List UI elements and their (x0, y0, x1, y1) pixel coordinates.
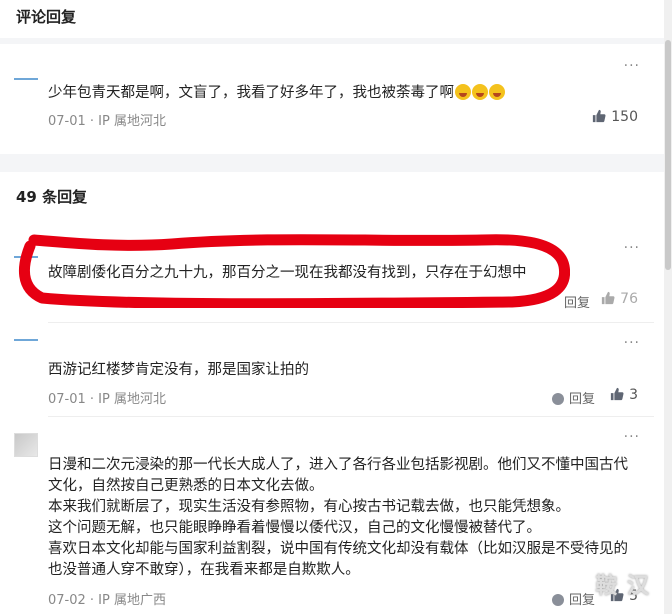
reply-meta: 07-02 · IP 属地广西 (48, 593, 166, 608)
comment-bubble-icon (552, 393, 564, 405)
crying-emoji-icon (489, 84, 505, 100)
section-separator (0, 154, 664, 172)
like-button[interactable]: 76 (601, 291, 638, 307)
reply-item: ··· 日漫和二次元浸染的那一代长大成人了，进入了各行各业包括影视剧。他们又不懂… (0, 417, 664, 614)
scrollbar[interactable] (664, 0, 672, 614)
crying-emoji-icon (472, 84, 488, 100)
reply-label: 回复 (569, 593, 596, 608)
avatar[interactable] (14, 433, 38, 457)
reply-label: 回复 (569, 392, 596, 407)
reply-item: ··· 西游记红楼梦肯定没有，那是国家让拍的 07-01 · IP 属地河北 回… (0, 323, 664, 415)
comment-text: 少年包青天都是啊，文盲了，我看了好多年了，我也被荼毒了啊 (48, 83, 638, 104)
comment-bubble-icon (552, 594, 564, 606)
avatar[interactable] (14, 256, 38, 262)
more-options-icon[interactable]: ··· (624, 240, 640, 256)
reply-item: ··· 故障剧倭化百分之九十九，那百分之一现在我都没有找到，只存在于幻想中 回复… (0, 228, 664, 320)
reply-text: 日漫和二次元浸染的那一代长大成人了，进入了各行各业包括影视剧。他们又不懂中国古代… (48, 457, 628, 578)
replies-section-header: 49 条回复 (0, 172, 664, 212)
like-button[interactable]: 3 (610, 387, 638, 403)
reply-text: 故障剧倭化百分之九十九，那百分之一现在我都没有找到，只存在于幻想中 (48, 265, 527, 281)
crying-emoji-icon (455, 84, 471, 100)
comment-section-title: 评论回复 (16, 8, 77, 26)
scroll-thumb[interactable] (665, 40, 671, 270)
thumbs-up-icon (610, 387, 624, 401)
reply-button[interactable]: 回复 (564, 292, 590, 311)
thumbs-up-icon (602, 291, 615, 305)
like-count: 3 (629, 387, 638, 403)
reply-meta: 07-01 · IP 属地河北 (48, 392, 166, 407)
comment-section-header: 评论回复 (0, 0, 664, 38)
comment-text-content: 少年包青天都是啊，文盲了，我看了好多年了，我也被荼毒了啊 (48, 85, 454, 101)
reply-button[interactable]: 回复 (552, 388, 595, 407)
avatar[interactable] (14, 339, 38, 345)
more-options-icon[interactable]: ··· (624, 58, 640, 74)
reply-text: 西游记红楼梦肯定没有，那是国家让拍的 (48, 362, 309, 378)
more-options-icon[interactable]: ··· (624, 335, 640, 351)
reply-button[interactable]: 回复 (552, 589, 595, 608)
more-options-icon[interactable]: ··· (624, 429, 640, 445)
like-count: 76 (620, 291, 638, 307)
replies-count-title: 49 条回复 (16, 188, 88, 206)
like-button[interactable]: 150 (592, 109, 638, 125)
thumbs-up-icon (593, 109, 606, 123)
like-count: 150 (611, 109, 638, 125)
comment-meta: 07-01 · IP 属地河北 (48, 114, 166, 129)
reply-label: 回复 (564, 296, 591, 311)
main-comment: ··· 少年包青天都是啊，文盲了，我看了好多年了，我也被荼毒了啊 07-01 ·… (0, 44, 664, 154)
watermark-logo: 鞍 汉 (595, 574, 650, 599)
avatar[interactable] (14, 78, 38, 84)
